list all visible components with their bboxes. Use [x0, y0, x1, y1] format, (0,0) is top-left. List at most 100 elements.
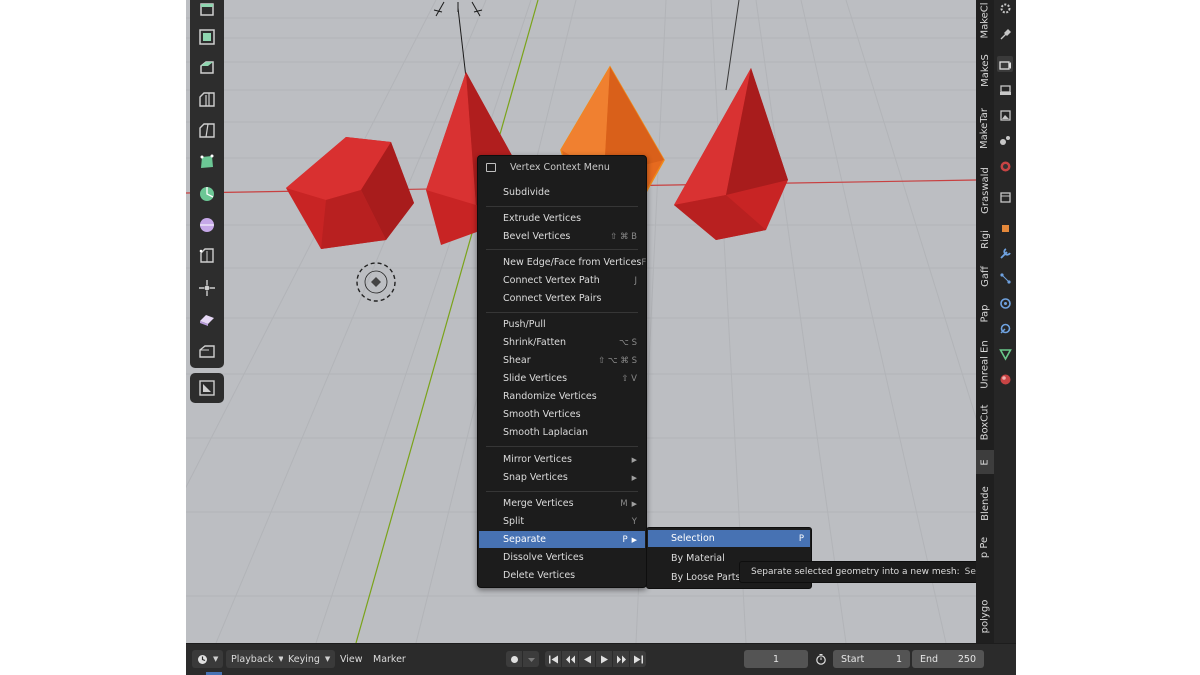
jump-end-icon [633, 655, 643, 663]
view-menu[interactable]: View [335, 650, 368, 668]
sidebar-tab-graswald[interactable]: Graswald [976, 162, 994, 218]
particles-icon[interactable] [997, 270, 1013, 286]
shear-icon[interactable] [195, 307, 219, 331]
menu-item-smooth-vertices[interactable]: Smooth Vertices [479, 406, 645, 423]
sidebar-tab-polygo[interactable]: polygo [976, 594, 994, 638]
tool-shelf-annotate [190, 373, 224, 403]
shrink-fatten-icon[interactable] [195, 276, 219, 300]
measure-icon[interactable] [195, 376, 219, 400]
playback-menu[interactable]: Playback ▼ [226, 650, 289, 668]
menu-item-new-edge-face[interactable]: New Edge/Face from Vertices F [479, 254, 646, 271]
menu-item-snap-vertices[interactable]: Snap Vertices ▶ [479, 469, 645, 486]
poly-build-icon[interactable] [195, 150, 219, 174]
menu-item-shear[interactable]: Shear ⇧ ⌥ ⌘ S [479, 352, 645, 369]
menu-item-randomize-vertices[interactable]: Randomize Vertices [479, 388, 645, 405]
output-icon[interactable] [997, 82, 1013, 98]
submenu-item-selection[interactable]: Selection P [648, 530, 810, 547]
material-icon[interactable] [997, 371, 1013, 387]
menu-item-dissolve-vertices[interactable]: Dissolve Vertices [479, 549, 645, 566]
view-layer-icon[interactable] [997, 107, 1013, 123]
sidebar-tab-blende[interactable]: Blende [976, 480, 994, 526]
menu-item-bevel-vertices[interactable]: Bevel Vertices ⇧ ⌘ B [479, 228, 645, 245]
prev-keyframe-button[interactable] [562, 651, 578, 667]
menu-item-separate[interactable]: Separate P ▶ [479, 531, 645, 548]
menu-item-slide-vertices[interactable]: Slide Vertices ⇧ V [479, 370, 645, 387]
menu-item-mirror-vertices[interactable]: Mirror Vertices ▶ [479, 451, 645, 468]
chevron-down-icon: ▼ [213, 655, 219, 663]
render-icon[interactable] [997, 56, 1013, 72]
sidebar-tab-pe[interactable]: p Pe [976, 532, 994, 562]
sidebar-tab-unreal-en[interactable]: Unreal En [976, 334, 994, 394]
menu-item-subdivide[interactable]: Subdivide [479, 184, 645, 201]
cube-tool-icon[interactable] [195, 0, 219, 21]
inset-faces-icon[interactable] [195, 25, 219, 49]
jump-start-button[interactable] [545, 651, 561, 667]
menu-item-shrink-fatten[interactable]: Shrink/Fatten ⌥ S [479, 334, 645, 351]
edge-slide-icon[interactable] [195, 244, 219, 268]
stopwatch-icon[interactable] [813, 650, 829, 668]
spin-icon[interactable] [195, 182, 219, 206]
collection-icon[interactable] [997, 189, 1013, 205]
gear-icon[interactable] [997, 0, 1013, 16]
menu-item-smooth-laplacian[interactable]: Smooth Laplacian [479, 424, 645, 441]
marker-menu[interactable]: Marker [368, 650, 411, 668]
tooltip: Separate selected geometry into a new me… [739, 561, 976, 583]
tooltip-value: Selection [964, 567, 976, 577]
camera-line [725, 0, 740, 91]
play-reverse-button[interactable] [579, 651, 595, 667]
chevron-down-icon [527, 657, 535, 662]
menu-separator [486, 446, 638, 447]
menu-item-extrude-vertices[interactable]: Extrude Vertices [479, 210, 645, 227]
3d-cursor [356, 262, 396, 302]
editor-type-button[interactable]: ▼ [192, 650, 224, 668]
sidebar-tab-pap[interactable]: Pap [976, 298, 994, 328]
play-button[interactable] [596, 651, 612, 667]
sidebar-tab-makecl[interactable]: MakeCl [976, 0, 994, 40]
sidebar-tab-e[interactable]: E [976, 450, 994, 474]
menu-item-split[interactable]: Split Y [479, 513, 645, 530]
menu-item-connect-vertex-pairs[interactable]: Connect Vertex Pairs [479, 290, 645, 307]
sidebar-tab-rigi[interactable]: Rigi [976, 224, 994, 254]
prev-keyframe-icon [565, 655, 575, 663]
sidebar-tab-boxcut[interactable]: BoxCut [976, 400, 994, 444]
menu-item-delete-vertices[interactable]: Delete Vertices [479, 567, 645, 584]
rip-region-icon[interactable] [195, 339, 219, 363]
play-reverse-icon [583, 655, 591, 663]
keying-menu[interactable]: Keying ▼ [283, 650, 336, 668]
smooth-icon[interactable] [195, 213, 219, 237]
next-keyframe-icon [616, 655, 626, 663]
object-icon[interactable] [997, 220, 1013, 236]
knife-icon[interactable] [195, 119, 219, 143]
jump-end-button[interactable] [630, 651, 646, 667]
extrude-icon[interactable] [195, 56, 219, 80]
physics-icon[interactable] [997, 295, 1013, 311]
loop-cut-icon[interactable] [195, 88, 219, 112]
sidebar-tab-makes[interactable]: MakeS [976, 48, 994, 92]
data-triangle-icon[interactable] [997, 346, 1013, 362]
menu-title-text: Vertex Context Menu [510, 161, 610, 173]
tool-settings-icon[interactable] [997, 26, 1013, 42]
red-cube-mesh [286, 137, 414, 249]
submenu-arrow-icon: ▶ [631, 455, 637, 464]
3d-viewport[interactable]: Vertex Context Menu Subdivide Extrude Ve… [186, 0, 976, 643]
end-frame-field[interactable]: End 250 [912, 650, 984, 668]
tool-shelf [190, 0, 224, 368]
start-frame-field[interactable]: Start 1 [833, 650, 910, 668]
menu-item-push-pull[interactable]: Push/Pull [479, 316, 645, 333]
constraints-icon[interactable] [997, 320, 1013, 336]
menu-item-connect-vertex-path[interactable]: Connect Vertex Path J [479, 272, 645, 289]
wrench-icon[interactable] [997, 245, 1013, 261]
record-keyframe-button[interactable] [506, 651, 522, 667]
sidebar-tabs: MakeCl MakeS MakeTar Graswald Rigi Gaff … [976, 0, 994, 643]
current-frame-field[interactable]: 1 [744, 650, 808, 668]
sidebar-tab-maketar[interactable]: MakeTar [976, 100, 994, 156]
menu-item-merge-vertices[interactable]: Merge Vertices M ▶ [479, 495, 645, 512]
next-keyframe-button[interactable] [613, 651, 629, 667]
tooltip-text: Separate selected geometry into a new me… [751, 567, 960, 577]
auto-key-dropdown[interactable] [523, 651, 539, 667]
jump-start-icon [548, 655, 558, 663]
scene-icon[interactable] [997, 132, 1013, 148]
sidebar-tab-gaff[interactable]: Gaff [976, 260, 994, 292]
world-icon[interactable] [997, 158, 1013, 174]
red-pyramid-3 [674, 68, 788, 240]
